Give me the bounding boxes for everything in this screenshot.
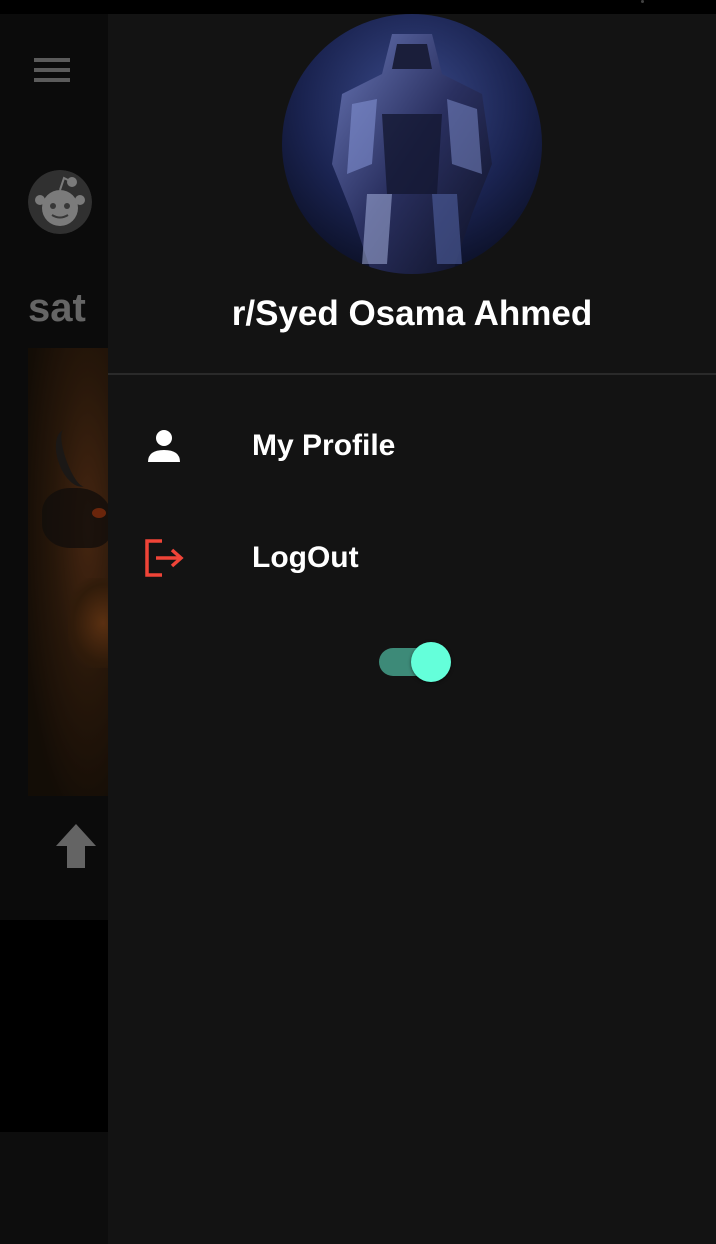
toggle-thumb [411,642,451,682]
menu-item-label: LogOut [252,541,359,574]
drawer-username: r/Syed Osama Ahmed [231,294,593,333]
reddit-avatar-icon[interactable] [28,170,92,234]
navigation-drawer: r/Syed Osama Ahmed My Profile LogOut [108,14,716,1244]
hamburger-icon[interactable] [34,58,70,84]
post-title: sat [28,286,86,330]
menu-item-label: My Profile [252,429,396,462]
theme-toggle-switch[interactable] [379,642,451,682]
menu-item-logout[interactable]: LogOut [108,513,716,603]
status-indicator [641,0,644,3]
logout-icon [144,538,184,578]
person-icon [144,426,184,466]
drawer-header: r/Syed Osama Ahmed [108,14,716,375]
status-bar [0,0,716,14]
app-screen: sat r/Syed Osama Ahmed My Profile LogOut [0,0,716,1244]
profile-picture[interactable] [282,14,542,274]
upvote-arrow-icon[interactable] [56,824,96,868]
menu-item-my-profile[interactable]: My Profile [108,401,716,491]
